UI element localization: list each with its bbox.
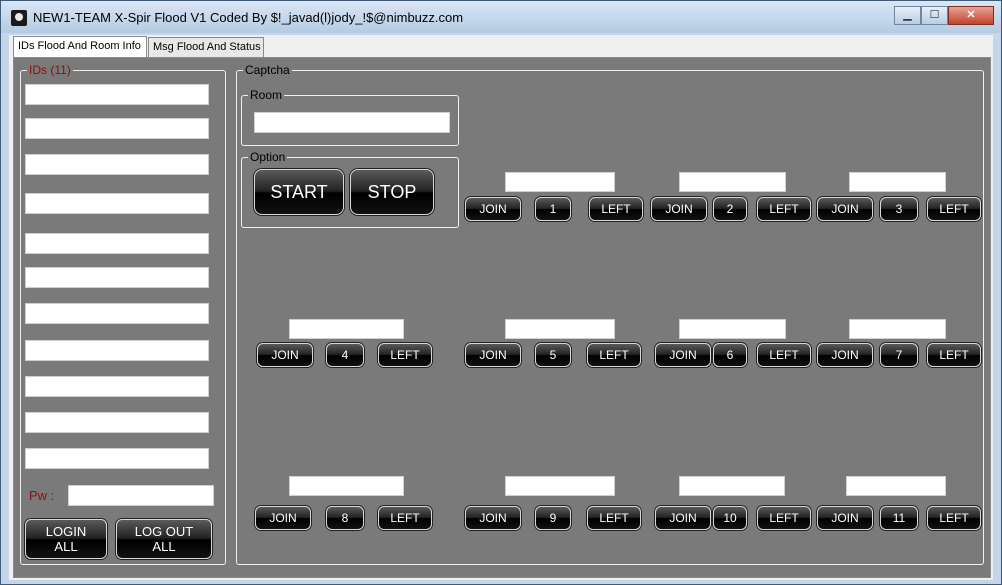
- id-input-9[interactable]: [25, 376, 209, 397]
- left-button-7[interactable]: LEFT: [927, 343, 981, 367]
- captcha-input-10[interactable]: [679, 476, 785, 496]
- slot-number-button-5[interactable]: 5: [535, 343, 571, 367]
- left-button-5[interactable]: LEFT: [587, 343, 641, 367]
- captcha-input-2[interactable]: [679, 172, 786, 192]
- room-input[interactable]: [254, 112, 450, 133]
- slot-number-button-4[interactable]: 4: [326, 343, 364, 367]
- join-button-4[interactable]: JOIN: [257, 343, 313, 367]
- slot-number-button-11[interactable]: 11: [880, 506, 918, 530]
- room-group: Room: [241, 88, 459, 146]
- room-group-label: Room: [248, 88, 285, 102]
- slot-number-button-9[interactable]: 9: [535, 506, 571, 530]
- left-button-9[interactable]: LEFT: [587, 506, 641, 530]
- id-input-8[interactable]: [25, 340, 209, 361]
- join-button-8[interactable]: JOIN: [255, 506, 311, 530]
- join-button-3[interactable]: JOIN: [817, 197, 873, 221]
- tab-msg-flood[interactable]: Msg Flood And Status: [148, 37, 264, 57]
- captcha-input-11[interactable]: [846, 476, 946, 496]
- id-input-6[interactable]: [25, 267, 209, 288]
- captcha-input-7[interactable]: [849, 319, 946, 339]
- join-button-5[interactable]: JOIN: [465, 343, 521, 367]
- title-bar[interactable]: NEW1-TEAM X-Spir Flood V1 Coded By $!_ja…: [1, 1, 1001, 33]
- left-button-10[interactable]: LEFT: [757, 506, 811, 530]
- minimize-button[interactable]: ▁: [894, 6, 921, 25]
- start-button[interactable]: START: [254, 169, 344, 215]
- id-input-1[interactable]: [25, 84, 209, 105]
- captcha-input-6[interactable]: [679, 319, 786, 339]
- slot-number-button-1[interactable]: 1: [535, 197, 571, 221]
- slot-number-button-8[interactable]: 8: [326, 506, 364, 530]
- join-button-7[interactable]: JOIN: [817, 343, 873, 367]
- id-input-2[interactable]: [25, 118, 209, 139]
- join-button-11[interactable]: JOIN: [817, 506, 873, 530]
- captcha-input-3[interactable]: [849, 172, 946, 192]
- id-input-7[interactable]: [25, 303, 209, 324]
- slot-number-button-2[interactable]: 2: [713, 197, 747, 221]
- left-button-1[interactable]: LEFT: [589, 197, 643, 221]
- slot-number-button-6[interactable]: 6: [713, 343, 747, 367]
- join-button-9[interactable]: JOIN: [465, 506, 521, 530]
- captcha-input-5[interactable]: [505, 319, 615, 339]
- stop-button[interactable]: STOP: [350, 169, 434, 215]
- left-button-8[interactable]: LEFT: [378, 506, 432, 530]
- captcha-group: Captcha Room Option START STOP JOIN 1 LEFT…: [236, 63, 984, 565]
- captcha-input-9[interactable]: [505, 476, 615, 496]
- left-button-2[interactable]: LEFT: [757, 197, 811, 221]
- slot-number-button-10[interactable]: 10: [713, 506, 747, 530]
- ids-group: IDs (11) Pw : LOGIN ALL LOG OUT ALL: [20, 63, 226, 565]
- maximize-button[interactable]: ☐: [921, 6, 948, 25]
- logout-all-button[interactable]: LOG OUT ALL: [116, 519, 212, 559]
- join-button-2[interactable]: JOIN: [651, 197, 707, 221]
- id-input-3[interactable]: [25, 154, 209, 175]
- tab-ids-flood[interactable]: IDs Flood And Room Info: [13, 36, 147, 58]
- captcha-input-1[interactable]: [505, 172, 615, 192]
- close-button[interactable]: ✕: [948, 6, 994, 25]
- left-button-4[interactable]: LEFT: [378, 343, 432, 367]
- slot-number-button-3[interactable]: 3: [880, 197, 918, 221]
- client-area: IDs Flood And Room Info Msg Flood And St…: [9, 35, 993, 580]
- window-controls: ▁ ☐ ✕: [894, 6, 994, 26]
- captcha-input-8[interactable]: [289, 476, 404, 496]
- option-group: Option START STOP: [241, 150, 459, 228]
- join-button-6[interactable]: JOIN: [655, 343, 711, 367]
- tab-page-ids-flood: IDs (11) Pw : LOGIN ALL LOG OUT ALL Capt…: [13, 57, 991, 578]
- left-button-6[interactable]: LEFT: [757, 343, 811, 367]
- join-button-1[interactable]: JOIN: [465, 197, 521, 221]
- left-button-3[interactable]: LEFT: [927, 197, 981, 221]
- captcha-input-4[interactable]: [289, 319, 404, 339]
- pw-label: Pw :: [29, 488, 55, 503]
- left-button-11[interactable]: LEFT: [927, 506, 981, 530]
- skull-app-icon: [11, 10, 27, 26]
- slot-number-button-7[interactable]: 7: [880, 343, 918, 367]
- id-input-11[interactable]: [25, 448, 209, 469]
- app-window: NEW1-TEAM X-Spir Flood V1 Coded By $!_ja…: [0, 0, 1002, 585]
- ids-group-label: IDs (11): [27, 63, 73, 77]
- id-input-4[interactable]: [25, 193, 209, 214]
- login-all-button[interactable]: LOGIN ALL: [25, 519, 107, 559]
- id-input-10[interactable]: [25, 412, 209, 433]
- option-group-label: Option: [248, 150, 288, 164]
- id-input-5[interactable]: [25, 233, 209, 254]
- password-field[interactable]: [68, 485, 214, 506]
- captcha-group-label: Captcha: [243, 63, 292, 77]
- join-button-10[interactable]: JOIN: [655, 506, 711, 530]
- window-title: NEW1-TEAM X-Spir Flood V1 Coded By $!_ja…: [33, 10, 464, 25]
